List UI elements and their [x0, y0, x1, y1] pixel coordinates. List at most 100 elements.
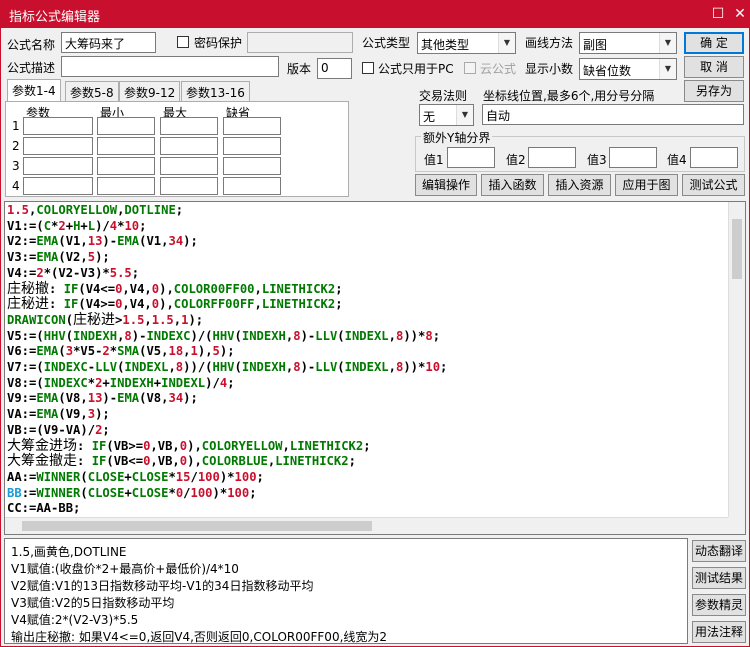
editor-vertical-scrollbar[interactable] — [728, 202, 745, 518]
param-max-input[interactable] — [160, 137, 218, 155]
formula-name-label: 公式名称 — [7, 38, 56, 52]
code-line[interactable]: V3:=EMA(V2,5); — [7, 250, 484, 266]
scroll-thumb[interactable] — [732, 219, 742, 279]
version-label: 版本 — [287, 62, 312, 76]
cancel-button[interactable]: 取 消 — [684, 56, 744, 78]
chevron-down-icon: ▼ — [498, 33, 515, 53]
param-min-input[interactable] — [97, 137, 155, 155]
param-max-input[interactable] — [160, 177, 218, 195]
param-name-input[interactable] — [23, 117, 93, 135]
scroll-thumb[interactable] — [22, 521, 372, 531]
test-formula-button[interactable]: 测试公式 — [682, 174, 745, 196]
formula-desc-label: 公式描述 — [7, 61, 56, 75]
code-line[interactable]: V2:=EMA(V1,13)-EMA(V1,34); — [7, 234, 484, 250]
translation-line: V4赋值:2*(V2-V3)*5.5 — [11, 613, 139, 627]
version-input[interactable]: 0 — [317, 58, 352, 79]
code-line[interactable]: 庄秘撤: IF(V4<=0,V4,0),COLOR00FF00,LINETHIC… — [7, 281, 484, 298]
code-line[interactable]: VA:=EMA(V9,3); — [7, 407, 484, 423]
tab-params-5-8[interactable]: 参数5-8 — [65, 81, 119, 101]
code-line[interactable]: 1.5,COLORYELLOW,DOTLINE; — [7, 203, 484, 219]
password-input[interactable] — [247, 32, 353, 53]
formula-desc-input[interactable] — [61, 56, 279, 77]
title-bar[interactable]: 指标公式编辑器 ☐ ✕ — [1, 1, 749, 28]
tab-params-1-4[interactable]: 参数1-4 — [7, 79, 61, 102]
code-line[interactable]: 大筹金进场: IF(VB>=0,VB,0),COLORYELLOW,LINETH… — [7, 438, 484, 455]
param-default-input[interactable] — [223, 157, 281, 175]
formula-type-label: 公式类型 — [362, 36, 411, 50]
window-title: 指标公式编辑器 — [9, 10, 101, 25]
formula-editor-window: 指标公式编辑器 ☐ ✕ 公式名称 大筹码来了 密码保护 公式类型 其他类型 ▼ … — [0, 0, 750, 647]
param-default-input[interactable] — [223, 137, 281, 155]
yaxis-value4-input[interactable] — [690, 147, 738, 168]
scrollbar-corner — [728, 517, 745, 534]
password-checkbox[interactable] — [177, 36, 189, 48]
code-line[interactable]: V4:=2*(V2-V3)*5.5; — [7, 266, 484, 282]
translation-line: V3赋值:V2的5日指数移动平均 — [11, 596, 175, 610]
editor-horizontal-scrollbar[interactable] — [5, 517, 729, 534]
maximize-icon[interactable]: ☐ — [707, 4, 729, 24]
draw-method-select[interactable]: 副图 ▼ — [579, 32, 677, 54]
param-name-input[interactable] — [23, 137, 93, 155]
code-line[interactable]: V7:=(INDEXC-LLV(INDEXL,8))/(HHV(INDEXH,8… — [7, 360, 484, 376]
apply-to-chart-button[interactable]: 应用于图 — [615, 174, 678, 196]
param-max-input[interactable] — [160, 157, 218, 175]
formula-type-select[interactable]: 其他类型 ▼ — [417, 32, 516, 54]
param-wizard-button[interactable]: 参数精灵 — [692, 594, 746, 616]
coord-lines-input[interactable]: 自动 — [482, 104, 744, 125]
ok-button[interactable]: 确 定 — [684, 32, 744, 54]
param-default-input[interactable] — [223, 117, 281, 135]
param-min-input[interactable] — [97, 117, 155, 135]
param-min-input[interactable] — [97, 177, 155, 195]
param-row-label: 3 — [12, 159, 20, 173]
yaxis-value2-input[interactable] — [528, 147, 576, 168]
decimals-select[interactable]: 缺省位数 ▼ — [579, 58, 677, 80]
param-min-input[interactable] — [97, 157, 155, 175]
code-line[interactable]: CC:=AA-BB; — [7, 501, 484, 517]
yaxis-value1-input[interactable] — [447, 147, 495, 168]
insert-function-button[interactable]: 插入函数 — [481, 174, 544, 196]
code-line[interactable]: V6:=EMA(3*V5-2*SMA(V5,18,1),5); — [7, 344, 484, 360]
translation-output: 1.5,画黄色,DOTLINE V1赋值:(收盘价*2+最高价+最低价)/4*1… — [4, 538, 688, 644]
insert-resource-button[interactable]: 插入资源 — [548, 174, 611, 196]
close-icon[interactable]: ✕ — [729, 4, 750, 24]
code-editor[interactable]: 1.5,COLORYELLOW,DOTLINE; V1:=(C*2+H+L)/4*… — [4, 201, 746, 535]
edit-operation-button[interactable]: 编辑操作 — [415, 174, 477, 196]
yaxis-value3-input[interactable] — [609, 147, 657, 168]
yaxis-value1-label: 值1 — [424, 153, 444, 167]
param-name-input[interactable] — [23, 177, 93, 195]
decimals-value: 缺省位数 — [583, 64, 632, 78]
code-text[interactable]: 1.5,COLORYELLOW,DOTLINE; V1:=(C*2+H+L)/4*… — [7, 203, 484, 533]
param-name-input[interactable] — [23, 157, 93, 175]
usage-notes-button[interactable]: 用法注释 — [692, 621, 746, 643]
param-row-label: 2 — [12, 139, 20, 153]
code-line[interactable]: BB:=WINNER(CLOSE+CLOSE*0/100)*100; — [7, 486, 484, 502]
cloud-formula-checkbox[interactable] — [464, 62, 476, 74]
trade-rule-label: 交易法则 — [419, 89, 468, 103]
code-line[interactable]: AA:=WINNER(CLOSE+CLOSE*15/100)*100; — [7, 470, 484, 486]
chevron-down-icon: ▼ — [456, 105, 473, 125]
password-label: 密码保护 — [194, 36, 243, 50]
decimals-label: 显示小数 — [525, 62, 574, 76]
draw-method-value: 副图 — [583, 38, 608, 52]
code-line[interactable]: VB:=(V9-VA)/2; — [7, 423, 484, 439]
param-default-input[interactable] — [223, 177, 281, 195]
code-line[interactable]: V1:=(C*2+H+L)/4*10; — [7, 219, 484, 235]
tab-params-13-16[interactable]: 参数13-16 — [181, 81, 250, 101]
code-line[interactable]: V8:=(INDEXC*2+INDEXH+INDEXL)/4; — [7, 376, 484, 392]
dynamic-translate-button[interactable]: 动态翻译 — [692, 540, 746, 562]
code-line[interactable]: V9:=EMA(V8,13)-EMA(V8,34); — [7, 391, 484, 407]
code-line[interactable]: 庄秘进: IF(V4>=0,V4,0),COLORFF00FF,LINETHIC… — [7, 296, 484, 313]
translation-line: V2赋值:V1的13日指数移动平均-V1的34日指数移动平均 — [11, 579, 314, 593]
code-line[interactable]: 大筹金撤走: IF(VB<=0,VB,0),COLORBLUE,LINETHIC… — [7, 453, 484, 470]
code-line[interactable]: V5:=(HHV(INDEXH,8)-INDEXC)/(HHV(INDEXH,8… — [7, 329, 484, 345]
trade-rule-select[interactable]: 无 ▼ — [419, 104, 474, 126]
code-line[interactable]: DRAWICON(庄秘进>1.5,1.5,1); — [7, 312, 484, 329]
translation-line: 1.5,画黄色,DOTLINE — [11, 545, 127, 559]
chevron-down-icon: ▼ — [659, 59, 676, 79]
tab-params-9-12[interactable]: 参数9-12 — [119, 81, 181, 101]
save-as-button[interactable]: 另存为 — [684, 80, 744, 102]
pc-only-checkbox[interactable] — [362, 62, 374, 74]
param-max-input[interactable] — [160, 117, 218, 135]
test-result-button[interactable]: 测试结果 — [692, 567, 746, 589]
formula-name-input[interactable]: 大筹码来了 — [61, 32, 156, 53]
